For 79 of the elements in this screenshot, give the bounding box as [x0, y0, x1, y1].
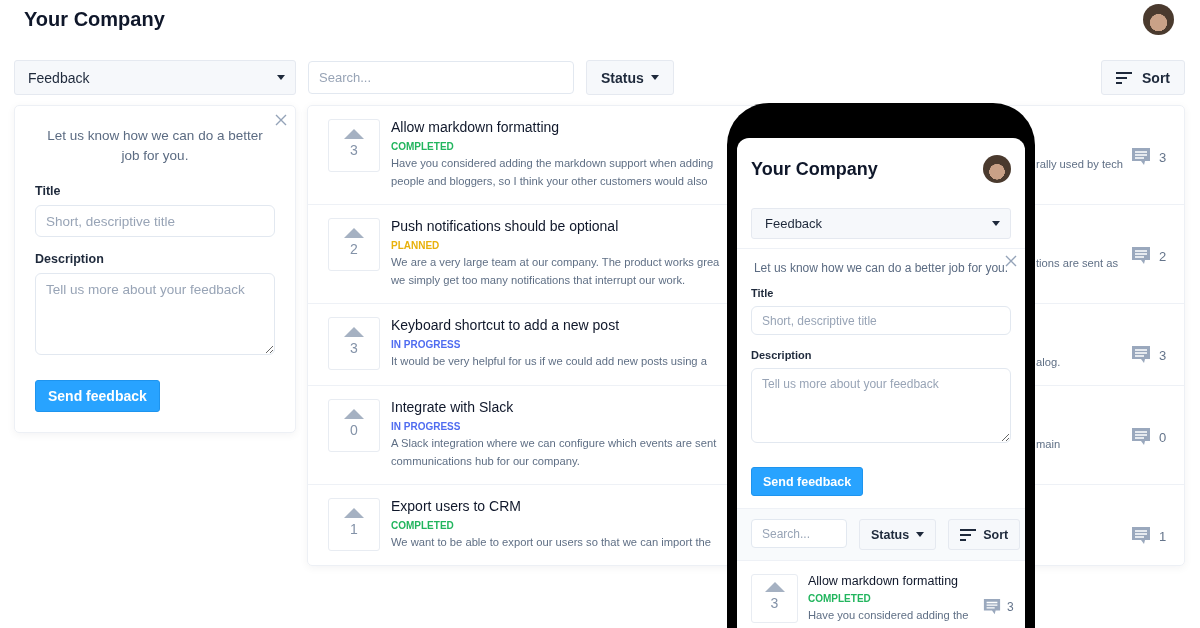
status-label: COMPLETED: [391, 520, 455, 531]
field-label: Description: [751, 349, 813, 361]
status-label: COMPLETED: [808, 593, 872, 604]
post-title[interactable]: Keyboard shortcut to add a new post: [391, 317, 727, 333]
comment-count: 1: [1159, 528, 1167, 544]
post-title[interactable]: Export users to CRM: [391, 498, 727, 514]
title-input[interactable]: Short, descriptive title: [35, 205, 275, 237]
field-label: Title: [35, 184, 62, 198]
upvote-arrow-icon[interactable]: [344, 327, 364, 337]
post-description: tions are sent as: [1036, 256, 1120, 271]
close-icon[interactable]: [1005, 255, 1017, 267]
comment-icon: [1131, 526, 1151, 546]
company-name: Your Company: [751, 158, 878, 180]
comment-count: 3: [1159, 347, 1167, 363]
field-label: Description: [35, 252, 105, 266]
post-description: people and bloggers, so I think your other customers would also: [391, 174, 709, 189]
post-description: A Slack integration where we can configure which events are sent: [391, 436, 718, 451]
comment-count: 3: [1007, 600, 1014, 614]
vote-count: 3: [350, 142, 358, 158]
description-textarea[interactable]: Tell us more about your feedback: [751, 368, 1011, 443]
post-description: It would be very helpful for us if we could add new posts using a: [391, 354, 708, 369]
comment-count: 2: [1159, 248, 1167, 264]
post-description: rally used by tech: [1036, 157, 1125, 172]
vote-count: 0: [350, 422, 358, 438]
post-title[interactable]: Push notifications should be optional: [391, 218, 727, 234]
title-input[interactable]: Short, descriptive title: [751, 306, 1011, 335]
caret-icon: [992, 221, 1000, 226]
vote-count: 3: [350, 340, 358, 356]
status-label: COMPLETED: [391, 141, 455, 152]
status-dropdown[interactable]: Status: [586, 60, 674, 95]
form-intro-text: Let us know how we can do a better job for you.: [46, 127, 264, 165]
sort-icon: [1116, 71, 1132, 84]
comment-count: 3: [1159, 149, 1167, 165]
field-label: Title: [751, 287, 775, 299]
caret-icon: [916, 532, 925, 537]
post-title[interactable]: Allow markdown formatting: [808, 574, 978, 588]
post-description: communications hub for our company.: [391, 454, 581, 469]
search-field[interactable]: Search...: [308, 61, 574, 94]
comment-icon: [1131, 147, 1151, 167]
post-description: alog.: [1036, 355, 1062, 370]
search-field[interactable]: Search...: [751, 519, 847, 548]
post-description: main: [1036, 437, 1062, 452]
close-icon[interactable]: [275, 114, 287, 126]
form-intro-text: Let us know how we can do a better job for you.: [752, 261, 1010, 275]
vote-count: 1: [350, 521, 358, 537]
caret-icon: [277, 75, 285, 80]
post-description: We want to be able to export our users so that we can import the: [391, 535, 713, 550]
description-textarea[interactable]: Tell us more about your feedback: [35, 273, 275, 355]
comment-icon: [1131, 246, 1151, 266]
comment-count: 0: [1159, 429, 1167, 445]
board-dropdown[interactable]: Feedback: [751, 208, 1011, 239]
status-label: PLANNED: [391, 240, 441, 251]
status-label: IN PROGRESS: [391, 421, 462, 432]
comment-icon: [983, 598, 1001, 616]
board-dropdown[interactable]: Feedback: [14, 60, 296, 95]
sort-icon: [960, 528, 977, 541]
upvote-arrow-icon[interactable]: [344, 508, 364, 518]
status-dropdown[interactable]: Status: [859, 519, 937, 550]
avatar[interactable]: [1143, 3, 1174, 35]
post-description: Have you considered adding the markdown support when adding: [391, 156, 715, 171]
post-description: We are a very large team at our company. The product works grea: [391, 255, 721, 270]
caret-icon: [650, 75, 659, 80]
post-title[interactable]: Integrate with Slack: [391, 399, 727, 415]
sort-button[interactable]: Sort: [948, 519, 1021, 550]
comment-icon: [1131, 345, 1151, 365]
upvote-arrow-icon[interactable]: [764, 582, 785, 592]
sort-button[interactable]: Sort: [1101, 60, 1185, 95]
avatar[interactable]: [983, 155, 1011, 183]
post-description: we simply get too many notifications that interrupt our work.: [391, 273, 687, 288]
upvote-arrow-icon[interactable]: [344, 129, 364, 139]
upvote-arrow-icon[interactable]: [344, 228, 364, 238]
comment-icon: [1131, 427, 1151, 447]
vote-count: 2: [350, 241, 358, 257]
company-name: Your Company: [24, 7, 165, 31]
upvote-arrow-icon[interactable]: [344, 409, 364, 419]
vote-count: 3: [770, 595, 779, 611]
post-title[interactable]: Allow markdown formatting: [391, 119, 727, 135]
status-label: IN PROGRESS: [391, 339, 462, 350]
post-description: Have you considered adding the: [808, 608, 970, 623]
